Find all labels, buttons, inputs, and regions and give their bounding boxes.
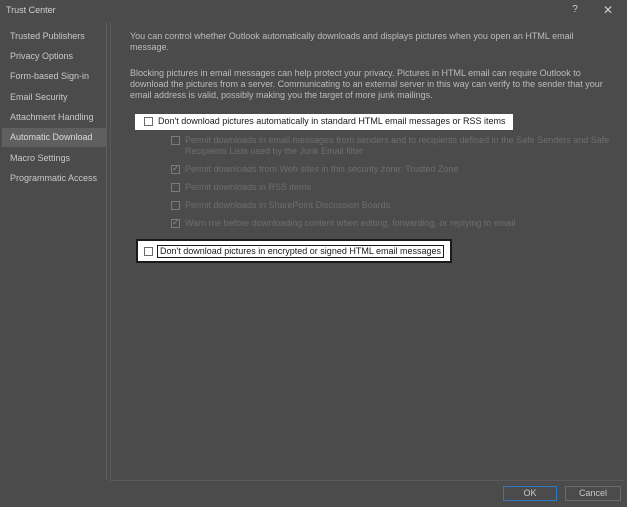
- sidebar: Trusted Publishers Privacy Options Form-…: [2, 22, 107, 480]
- sub-option-sharepoint[interactable]: Permit downloads in SharePoint Discussio…: [171, 200, 611, 214]
- help-icon[interactable]: ?: [568, 3, 582, 17]
- encrypted-option[interactable]: Don't download pictures in encrypted or …: [144, 245, 448, 260]
- content-panel: You can control whether Outlook automati…: [110, 22, 624, 481]
- title-bar: Trust Center ? ✕: [0, 0, 627, 22]
- warn-me-checkbox[interactable]: [171, 217, 180, 228]
- safe-senders-checkbox[interactable]: [171, 136, 180, 145]
- encrypted-option-highlight: Don't download pictures in encrypted or …: [136, 239, 452, 263]
- main-option[interactable]: Don't download pictures automatically in…: [144, 116, 506, 130]
- sidebar-item-macro-settings[interactable]: Macro Settings: [2, 149, 106, 168]
- close-icon[interactable]: ✕: [600, 3, 616, 17]
- trusted-zone-label: Permit downloads from Web sites in this …: [185, 164, 459, 174]
- encrypted-option-checkbox[interactable]: [144, 247, 153, 256]
- privacy-text: Blocking pictures in email messages can …: [130, 68, 603, 100]
- ok-button[interactable]: OK: [503, 486, 557, 501]
- encrypted-option-label: Don't download pictures in encrypted or …: [157, 245, 445, 258]
- trusted-zone-checkbox[interactable]: [171, 163, 180, 174]
- rss-items-label: Permit downloads in RSS items: [185, 182, 312, 192]
- sidebar-item-trusted-publishers[interactable]: Trusted Publishers: [2, 27, 106, 46]
- cancel-button[interactable]: Cancel: [565, 486, 621, 501]
- main-option-checkbox[interactable]: [144, 117, 153, 126]
- intro-text: You can control whether Outlook automati…: [130, 31, 574, 52]
- sharepoint-label: Permit downloads in SharePoint Discussio…: [185, 200, 391, 210]
- sidebar-item-attachment-handling[interactable]: Attachment Handling: [2, 108, 106, 127]
- sidebar-item-automatic-download[interactable]: Automatic Download: [2, 128, 106, 147]
- safe-senders-label: Permit downloads in email messages from …: [185, 135, 610, 156]
- sidebar-item-form-based-sign-in[interactable]: Form-based Sign-in: [2, 67, 106, 86]
- warn-me-label: Warn me before downloading content when …: [185, 218, 516, 228]
- sidebar-item-privacy-options[interactable]: Privacy Options: [2, 47, 106, 66]
- sub-option-rss-items[interactable]: Permit downloads in RSS items: [171, 182, 611, 196]
- sharepoint-checkbox[interactable]: [171, 201, 180, 210]
- sidebar-item-programmatic-access[interactable]: Programmatic Access: [2, 169, 106, 188]
- main-option-highlight: Don't download pictures automatically in…: [135, 114, 513, 130]
- sub-option-safe-senders[interactable]: Permit downloads in email messages from …: [171, 135, 611, 159]
- sidebar-item-email-security[interactable]: Email Security: [2, 88, 106, 107]
- sub-option-warn-me[interactable]: Warn me before downloading content when …: [171, 217, 611, 232]
- sub-option-trusted-zone[interactable]: Permit downloads from Web sites in this …: [171, 163, 611, 178]
- trust-center-dialog: Trust Center ? ✕ Trusted Publishers Priv…: [0, 0, 627, 507]
- main-option-label: Don't download pictures automatically in…: [158, 116, 506, 126]
- rss-items-checkbox[interactable]: [171, 183, 180, 192]
- window-title: Trust Center: [6, 5, 56, 15]
